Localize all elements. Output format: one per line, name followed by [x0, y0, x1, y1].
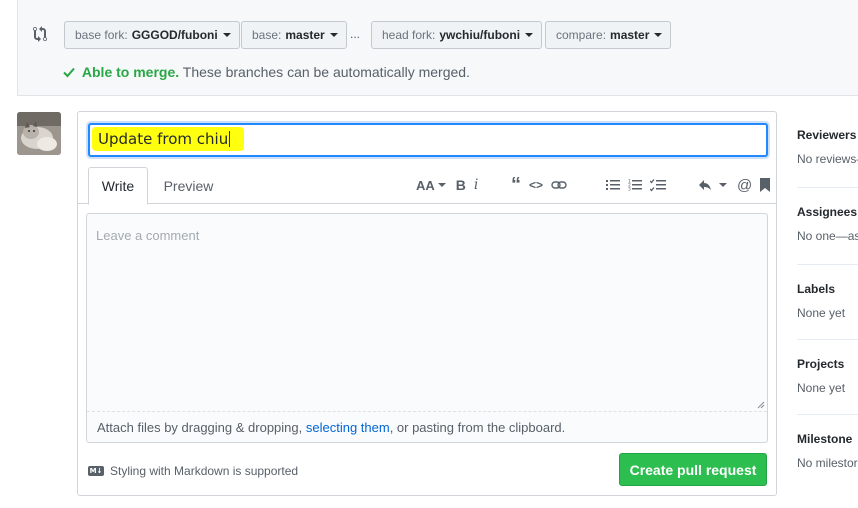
- sidebar-value-milestone: No milestor: [797, 456, 858, 470]
- code-icon: <>: [529, 178, 544, 192]
- sidebar: Reviewers No reviews— Assignees No one—a…: [797, 111, 858, 508]
- ordered-list-button[interactable]: 1 2 3: [628, 175, 642, 195]
- markdown-note[interactable]: M↓ Styling with Markdown is supported: [88, 464, 298, 478]
- saved-replies-button[interactable]: [698, 175, 712, 195]
- check-icon: [63, 67, 75, 78]
- merge-status-message: These branches can be automatically merg…: [182, 64, 470, 80]
- heading-icon: AA: [416, 177, 435, 193]
- link-icon: [551, 181, 567, 189]
- base-branch-select[interactable]: base: master: [241, 21, 347, 49]
- compare-ellipsis: ...: [350, 27, 361, 41]
- sidebar-title-milestone: Milestone: [797, 432, 853, 446]
- base-branch-value: master: [285, 28, 325, 42]
- caret-down-icon: [222, 33, 231, 37]
- tab-write-label: Write: [101, 178, 135, 194]
- head-fork-select[interactable]: head fork: ywchiu/fuboni: [371, 21, 543, 49]
- compare-branch-value: master: [610, 28, 650, 42]
- markdown-note-text: Styling with Markdown is supported: [110, 464, 299, 478]
- code-button[interactable]: <>: [529, 175, 543, 195]
- markdown-toolbar-lists: 1 2 3: [606, 175, 674, 195]
- caret-down-icon: [719, 183, 727, 187]
- resize-handle-icon[interactable]: [757, 401, 765, 409]
- heading-button[interactable]: AA: [416, 175, 435, 195]
- select-files-link[interactable]: selecting them: [306, 420, 390, 435]
- task-list-button[interactable]: [650, 175, 666, 195]
- markdown-toolbar-extra: @: [698, 175, 778, 195]
- compare-bar: base fork: GGGOD/fuboni base: master ...…: [17, 0, 858, 96]
- unordered-list-button[interactable]: [606, 175, 620, 195]
- sidebar-value-labels: None yet: [797, 306, 846, 320]
- sidebar-divider: [797, 187, 858, 188]
- svg-text:3: 3: [628, 187, 631, 193]
- base-fork-value: GGGOD/fuboni: [131, 28, 218, 42]
- base-fork-label: base fork:: [75, 28, 128, 42]
- attach-prefix: Attach files by dragging & dropping,: [97, 419, 306, 435]
- head-fork-label: head fork:: [382, 28, 436, 42]
- pr-title-text[interactable]: Update from chiu: [98, 130, 231, 148]
- comment-placeholder: Leave a comment: [96, 228, 200, 243]
- markdown-toolbar-insert: “ <>: [511, 173, 575, 196]
- base-fork-select[interactable]: base fork: GGGOD/fuboni: [64, 21, 240, 49]
- sidebar-reviewers[interactable]: Reviewers No reviews—: [797, 128, 858, 166]
- caret-down-icon: [654, 33, 663, 37]
- merge-status-ok: Able to merge.: [81, 64, 180, 80]
- comment-textarea[interactable]: Leave a comment Attach files by dragging…: [86, 213, 768, 443]
- sidebar-divider: [797, 339, 858, 340]
- create-pull-request-button[interactable]: Create pull request: [619, 453, 767, 486]
- bold-icon: B: [455, 177, 466, 193]
- mention-button[interactable]: @: [737, 175, 752, 195]
- sidebar-value-projects: None yet: [797, 381, 846, 395]
- link-button[interactable]: [551, 175, 567, 195]
- markdown-icon: M↓: [88, 466, 104, 476]
- caret-down-icon: [525, 33, 534, 37]
- quote-icon: “: [511, 173, 521, 196]
- quote-button[interactable]: “: [511, 173, 521, 196]
- unordered-list-icon: [606, 180, 620, 190]
- text-cursor: [229, 131, 231, 147]
- avatar[interactable]: [17, 112, 61, 155]
- sidebar-title-projects: Projects: [797, 357, 845, 371]
- tab-preview-label: Preview: [163, 177, 214, 194]
- sidebar-value-assignees: No one—as: [797, 229, 858, 243]
- sidebar-labels[interactable]: Labels None yet: [797, 282, 858, 320]
- create-pull-request-label: Create pull request: [629, 461, 757, 478]
- bookmark-icon: [760, 178, 771, 192]
- tab-write[interactable]: Write: [88, 167, 148, 205]
- italic-button[interactable]: i: [474, 175, 478, 195]
- base-branch-label: base:: [252, 28, 282, 42]
- caret-down-icon: [437, 183, 446, 187]
- markdown-toolbar: AA B i: [416, 175, 486, 195]
- sidebar-title-reviewers: Reviewers: [797, 128, 857, 142]
- italic-icon: i: [473, 177, 479, 193]
- reply-icon: [699, 180, 711, 190]
- head-fork-value: ywchiu/fuboni: [439, 28, 521, 42]
- merge-status: Able to merge. These branches can be aut…: [63, 64, 470, 80]
- bold-button[interactable]: B: [456, 175, 466, 195]
- sidebar-projects[interactable]: Projects None yet: [797, 357, 858, 395]
- pull-request-form: Update from chiu Write Preview AA B i “: [77, 111, 777, 496]
- sidebar-assignees[interactable]: Assignees No one—as: [797, 205, 858, 243]
- avatar-image: [17, 112, 61, 155]
- tab-preview[interactable]: Preview: [156, 167, 221, 204]
- sidebar-divider: [797, 264, 858, 265]
- attach-suffix: , or pasting from the clipboard.: [389, 419, 566, 435]
- editor-tabs: Write Preview AA B i “ <> 1 2 3 @: [78, 167, 778, 205]
- compare-branch-label: compare:: [556, 28, 607, 42]
- sidebar-milestone[interactable]: Milestone No milestor: [797, 432, 858, 470]
- sidebar-title-assignees: Assignees: [797, 205, 858, 219]
- sidebar-title-labels: Labels: [797, 282, 836, 296]
- mention-icon: @: [737, 176, 753, 194]
- attach-files-bar[interactable]: Attach files by dragging & dropping, sel…: [87, 411, 767, 442]
- git-compare-icon: [33, 26, 47, 42]
- caret-down-icon: [329, 33, 338, 37]
- pr-title-value: Update from chiu: [98, 130, 229, 148]
- compare-branch-select[interactable]: compare: master: [545, 21, 672, 49]
- task-list-icon: [650, 179, 666, 192]
- ordered-list-icon: 1 2 3: [628, 179, 642, 193]
- sidebar-divider: [797, 414, 858, 415]
- bookmark-button[interactable]: [760, 175, 771, 195]
- sidebar-value-reviewers: No reviews—: [797, 152, 858, 166]
